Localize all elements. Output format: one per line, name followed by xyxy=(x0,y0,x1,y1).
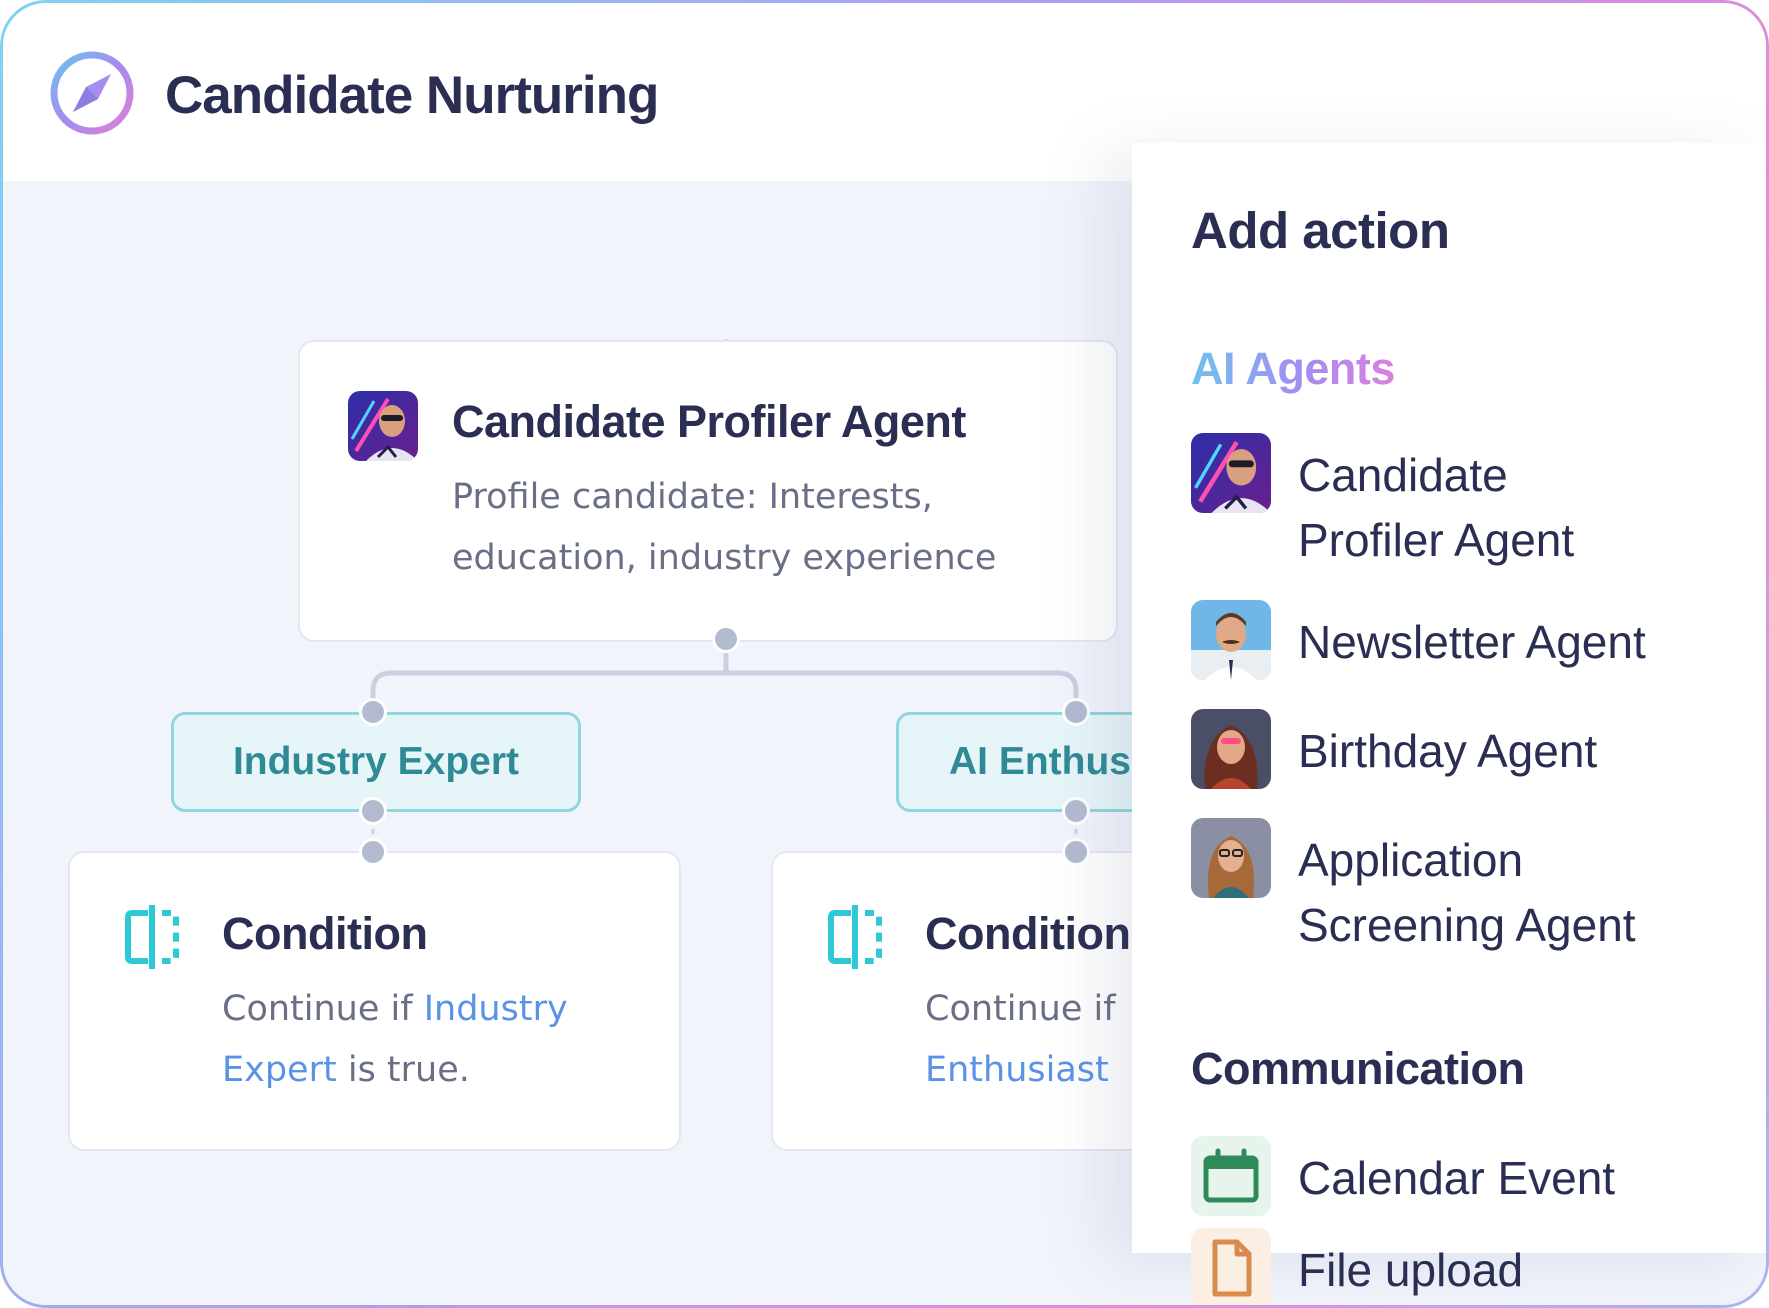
profiler-avatar xyxy=(348,391,418,461)
condition-icon xyxy=(828,905,882,969)
add-action-panel: Add action AI Agents Candidate Profiler … xyxy=(1132,143,1766,1305)
condition-description: Continue if Industry Expert is true. xyxy=(222,979,568,1101)
newsletter-avatar xyxy=(1191,600,1271,680)
connector-dot[interactable] xyxy=(359,797,387,825)
window-frame: Candidate Nurturing Candidate Profiler A… xyxy=(0,0,1769,1308)
connector-dot[interactable] xyxy=(712,625,740,653)
condition-card-industry-expert[interactable]: Condition Continue if Industry Expert is… xyxy=(68,851,681,1151)
condition-highlight: Industry xyxy=(423,989,568,1029)
condition-suffix: is true. xyxy=(347,1050,470,1090)
condition-icon xyxy=(125,905,179,969)
screening-avatar xyxy=(1191,818,1271,898)
birthday-avatar xyxy=(1191,709,1271,789)
connector-dot[interactable] xyxy=(1062,698,1090,726)
action-item-label: Candidate Profiler Agent xyxy=(1298,449,1575,566)
connector-dot[interactable] xyxy=(359,698,387,726)
page-title: Candidate Nurturing xyxy=(165,66,659,125)
action-item-label: Calendar Event xyxy=(1298,1152,1616,1204)
connector-dot[interactable] xyxy=(359,838,387,866)
window: Candidate Nurturing Candidate Profiler A… xyxy=(3,3,1766,1305)
condition-highlight: Expert xyxy=(222,1050,337,1090)
action-item-label: Application Screening Agent xyxy=(1298,834,1636,951)
section-communication-label: Communication xyxy=(1191,1043,1525,1094)
action-item-label: Newsletter Agent xyxy=(1298,616,1646,668)
file-icon xyxy=(1191,1228,1271,1305)
condition-prefix: Continue if xyxy=(222,989,413,1029)
profiler-avatar xyxy=(1191,433,1271,513)
action-item-label: Birthday Agent xyxy=(1298,725,1598,777)
agent-desc-line2: education, industry experience xyxy=(452,538,997,578)
compass-icon xyxy=(50,51,134,135)
connector-dot[interactable] xyxy=(1062,838,1090,866)
agent-desc-line1: Profile candidate: Interests, xyxy=(452,477,933,517)
condition-highlight: Enthusiast xyxy=(925,1050,1109,1090)
condition-title: Condition xyxy=(222,908,428,959)
agent-card-title: Candidate Profiler Agent xyxy=(452,396,966,447)
calendar-icon xyxy=(1191,1136,1271,1216)
agent-card-description: Profile candidate: Interests, education,… xyxy=(452,467,996,589)
agent-node-card[interactable]: Candidate Profiler Agent Profile candida… xyxy=(298,340,1118,642)
section-ai-agents-label: AI Agents xyxy=(1191,343,1395,394)
condition-description: Continue if Enthusiast xyxy=(925,979,1116,1101)
condition-prefix: Continue if xyxy=(925,989,1116,1029)
panel-title: Add action xyxy=(1191,202,1450,259)
condition-title: Condition xyxy=(925,908,1131,959)
action-item-label: File upload xyxy=(1298,1244,1524,1296)
connector-dot[interactable] xyxy=(1062,797,1090,825)
